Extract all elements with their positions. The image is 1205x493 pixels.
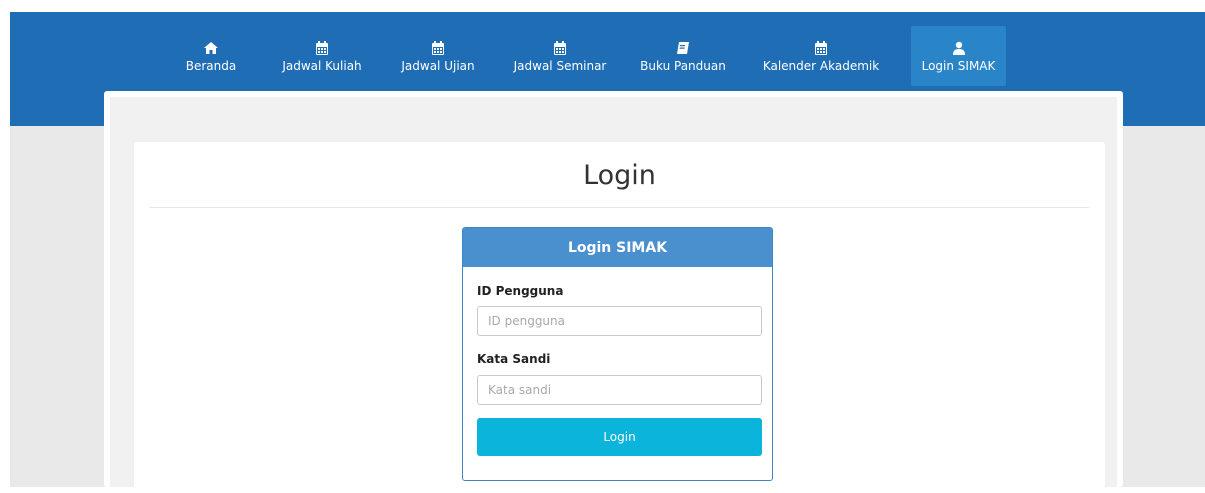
nav-item-kalender-akademik[interactable]: Kalender Akademik: [756, 26, 886, 86]
content-inner: Login Login SIMAK ID Pengguna Kata Sandi…: [110, 97, 1117, 493]
user-icon: [952, 41, 965, 55]
nav-item-beranda[interactable]: Beranda: [182, 26, 240, 86]
login-panel: Login Login SIMAK ID Pengguna Kata Sandi…: [134, 142, 1105, 493]
page-title: Login: [583, 160, 656, 191]
nav-item-jadwal-ujian[interactable]: Jadwal Ujian: [394, 26, 482, 86]
nav-label: Jadwal Ujian: [401, 58, 475, 73]
login-box-header: Login SIMAK: [463, 228, 772, 267]
nav-label: Jadwal Seminar: [513, 58, 607, 73]
nav-label: Login SIMAK: [921, 58, 996, 73]
calendar-icon: [815, 40, 827, 55]
calendar-icon: [554, 40, 566, 55]
nav-item-login-simak[interactable]: Login SIMAK: [911, 26, 1006, 86]
password-label: Kata Sandi: [477, 352, 551, 366]
login-form-box: Login SIMAK ID Pengguna Kata Sandi Login: [462, 227, 773, 481]
nav-item-buku-panduan[interactable]: Buku Panduan: [634, 26, 732, 86]
nav-label: Buku Panduan: [640, 58, 726, 73]
calendar-icon: [432, 40, 444, 55]
home-icon: [204, 41, 218, 54]
nav-label: Beranda: [185, 58, 237, 73]
calendar-icon: [316, 40, 328, 55]
content-container: Login Login SIMAK ID Pengguna Kata Sandi…: [104, 91, 1123, 493]
book-icon: [677, 41, 689, 54]
password-input[interactable]: [477, 375, 762, 405]
login-button[interactable]: Login: [477, 418, 762, 456]
nav-item-jadwal-kuliah[interactable]: Jadwal Kuliah: [276, 26, 368, 86]
nav-label: Jadwal Kuliah: [282, 58, 362, 73]
nav-label: Kalender Akademik: [762, 58, 880, 73]
user-id-input[interactable]: [477, 306, 762, 336]
nav-item-jadwal-seminar[interactable]: Jadwal Seminar: [510, 26, 610, 86]
title-divider: [150, 207, 1089, 208]
user-id-label: ID Pengguna: [477, 284, 564, 298]
